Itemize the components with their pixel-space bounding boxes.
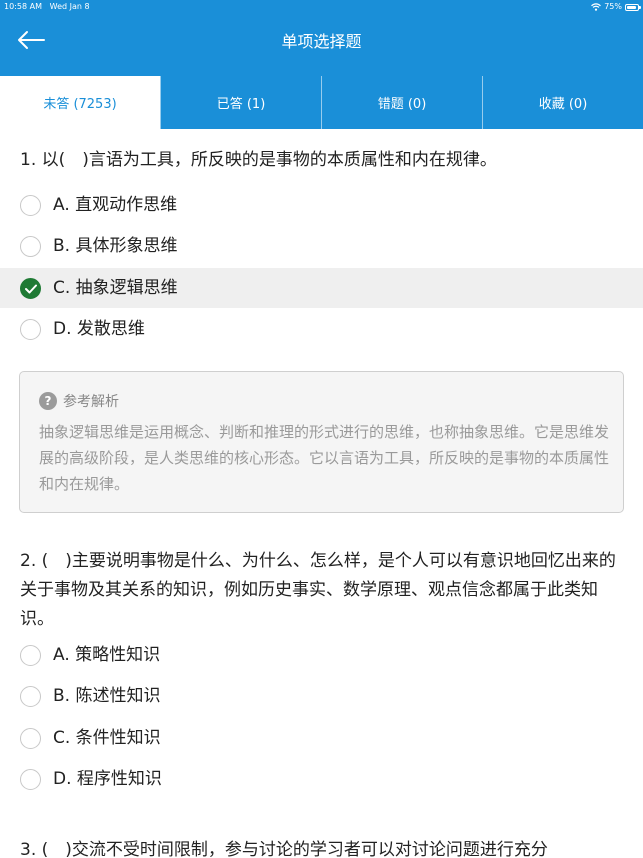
option-label: A. 直观动作思维 (53, 195, 178, 215)
option-label: D. 发散思维 (53, 319, 145, 339)
page-title: 单项选择题 (281, 32, 362, 51)
tab-favorites[interactable]: 收藏 (0) (482, 76, 643, 129)
option-label: C. 抽象逻辑思维 (53, 278, 178, 298)
question-2-option-b[interactable]: B. 陈述性知识 (0, 676, 643, 716)
radio-unchecked-icon (20, 644, 41, 666)
option-label: D. 程序性知识 (53, 769, 162, 789)
tab-bar: 未答 (7253) 已答 (1) 错题 (0) 收藏 (0) (0, 76, 643, 129)
question-1-option-b[interactable]: B. 具体形象思维 (0, 226, 643, 266)
option-label: B. 具体形象思维 (53, 236, 178, 256)
question-1-option-c[interactable]: C. 抽象逻辑思维 (0, 268, 643, 308)
question-1-text: 1. 以( )言语为工具，所反映的是事物的本质属性和内在规律。 (20, 150, 497, 170)
tab-unanswered[interactable]: 未答 (7253) (0, 76, 160, 129)
question-3-text: 3. ( )交流不受时间限制，参与讨论的学习者可以对讨论问题进行充分 (20, 840, 548, 858)
radio-unchecked-icon (20, 685, 41, 707)
option-label: A. 策略性知识 (53, 645, 161, 665)
question-1-option-a[interactable]: A. 直观动作思维 (0, 185, 643, 225)
option-label: C. 条件性知识 (53, 728, 161, 748)
radio-unchecked-icon (20, 768, 41, 790)
question-2-option-d[interactable]: D. 程序性知识 (0, 759, 643, 799)
analysis-text: 抽象逻辑思维是运用概念、判断和推理的形式进行的思维，也称抽象思维。它是思维发展的… (39, 423, 610, 493)
radio-unchecked-icon (20, 727, 41, 749)
status-indicators: 75% (591, 0, 641, 14)
checkmark-icon (20, 277, 41, 299)
radio-unchecked-icon (20, 194, 41, 216)
battery-percent: 75% (604, 2, 622, 11)
arrow-left-icon (18, 31, 45, 49)
radio-unchecked-icon (20, 318, 41, 340)
wifi-icon (591, 3, 602, 11)
question-1-option-d[interactable]: D. 发散思维 (0, 309, 643, 349)
question-mark-icon: ? (39, 392, 57, 410)
status-time-date: 10:58 AM Wed Jan 8 (4, 0, 90, 14)
status-bar: 10:58 AM Wed Jan 8 75% (0, 0, 643, 14)
question-2-option-a[interactable]: A. 策略性知识 (0, 635, 643, 675)
analysis-title: 参考解析 (63, 394, 119, 410)
analysis-header: ? 参考解析 (39, 391, 119, 411)
question-2-option-c[interactable]: C. 条件性知识 (0, 718, 643, 758)
back-button[interactable] (16, 30, 50, 54)
question-2-text: 2. ( )主要说明事物是什么、为什么、怎么样，是个人可以有意识地回忆出来的关于… (20, 551, 616, 629)
radio-unchecked-icon (20, 235, 41, 257)
tab-wrong[interactable]: 错题 (0) (321, 76, 482, 129)
status-date: Wed Jan 8 (49, 2, 90, 11)
analysis-panel: ? 参考解析 抽象逻辑思维是运用概念、判断和推理的形式进行的思维，也称抽象思维。… (19, 371, 624, 513)
battery-icon (625, 3, 641, 11)
header-bar: 10:58 AM Wed Jan 8 75% 单项选择题 (0, 0, 643, 76)
status-time: 10:58 AM (4, 2, 42, 11)
tab-answered[interactable]: 已答 (1) (160, 76, 321, 129)
option-label: B. 陈述性知识 (53, 686, 161, 706)
